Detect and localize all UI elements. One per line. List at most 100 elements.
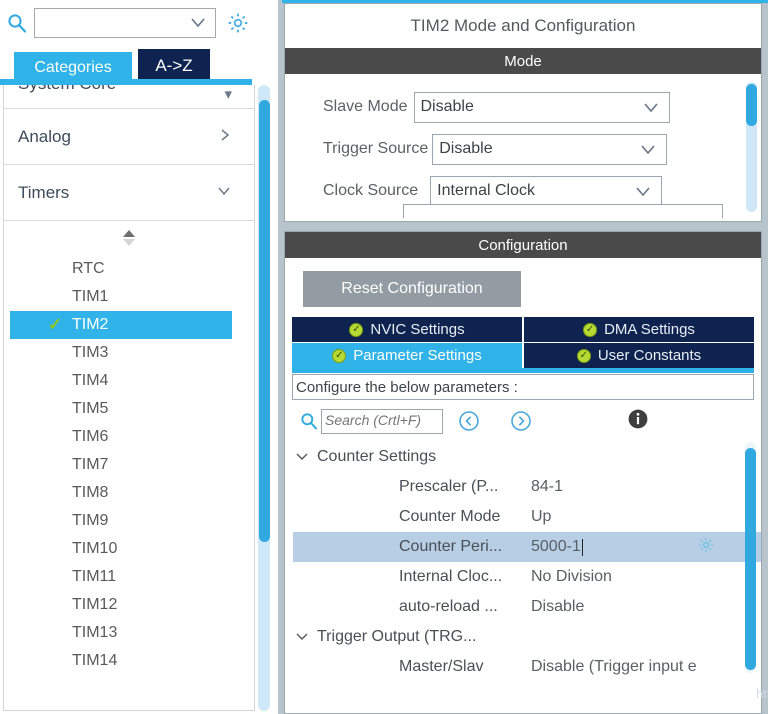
clock-source-select[interactable]: Internal Clock xyxy=(430,175,663,207)
timer-item-tim12[interactable]: TIM12 xyxy=(4,591,254,619)
chevron-down-icon[interactable] xyxy=(188,13,208,38)
left-scrollbar-thumb[interactable] xyxy=(259,100,270,542)
parameter-search-box[interactable] xyxy=(321,408,443,434)
category-timers[interactable]: Timers xyxy=(4,165,254,221)
chevron-down-icon[interactable] xyxy=(295,449,309,466)
param-name: Counter Mode xyxy=(399,508,501,525)
timer-item-tim3[interactable]: TIM3 xyxy=(4,339,254,367)
tab-dma-settings[interactable]: ✓ DMA Settings xyxy=(524,317,754,342)
tab-a-to-z[interactable]: A->Z xyxy=(138,49,210,83)
timer-item-tim8[interactable]: TIM8 xyxy=(4,479,254,507)
param-row-7[interactable]: Master/Slav Disable (Trigger input e xyxy=(293,652,761,682)
mode-fields: Slave Mode Disable Trigger Source Disabl… xyxy=(285,74,761,218)
timer-item-label: TIM14 xyxy=(72,652,118,669)
clipped-select[interactable] xyxy=(403,204,723,218)
param-name: Counter Peri... xyxy=(303,538,531,556)
check-icon: ✓ xyxy=(48,315,63,334)
component-search-box[interactable] xyxy=(34,7,216,38)
timer-item-rtc[interactable]: RTC xyxy=(4,255,254,283)
tab-a-to-z-label: A->Z xyxy=(155,56,193,75)
timer-item-tim6[interactable]: TIM6 xyxy=(4,423,254,451)
param-group-label: Counter Settings xyxy=(317,448,437,465)
chevron-down-icon: ▾ xyxy=(224,86,232,103)
chevron-down-icon[interactable] xyxy=(295,629,309,646)
configure-hint: Configure the below parameters : xyxy=(292,374,754,400)
param-group-label: Trigger Output (TRG... xyxy=(317,628,477,645)
param-group-0[interactable]: Counter Settings xyxy=(293,442,761,472)
gear-icon[interactable] xyxy=(216,11,260,35)
parameter-search-input[interactable] xyxy=(322,409,440,431)
chevron-down-icon xyxy=(641,97,661,122)
tab-user-constants[interactable]: ✓ User Constants xyxy=(524,343,754,368)
clock-source-value: Internal Clock xyxy=(437,182,535,199)
param-row-3[interactable]: Counter Peri... 5000-1 xyxy=(293,532,761,562)
timer-item-tim9[interactable]: TIM9 xyxy=(4,507,254,535)
category-analog[interactable]: Analog xyxy=(4,109,254,165)
timer-item-label: TIM2 xyxy=(72,316,109,333)
param-row-2[interactable]: Counter Mode Up xyxy=(293,502,761,532)
param-value: No Division xyxy=(531,568,612,586)
field-clock-source-label: Clock Source xyxy=(323,182,419,199)
component-search-row xyxy=(0,0,278,45)
page-title: TIM2 Mode and Configuration xyxy=(285,4,761,48)
timer-item-label: TIM13 xyxy=(72,624,118,641)
mode-scrollbar-thumb[interactable] xyxy=(746,84,757,126)
nav-next-button[interactable] xyxy=(495,410,547,432)
timer-item-tim13[interactable]: TIM13 xyxy=(4,619,254,647)
parameter-search-row xyxy=(285,400,761,442)
timer-item-tim2[interactable]: ✓ TIM2 xyxy=(10,311,232,339)
param-value-text: No Division xyxy=(531,568,612,585)
timer-item-tim10[interactable]: TIM10 xyxy=(4,535,254,563)
tab-nvic-settings-label: NVIC Settings xyxy=(370,321,465,338)
configure-hint-label: Configure the below parameters : xyxy=(296,378,518,396)
component-search-input[interactable] xyxy=(35,9,185,36)
param-value: 84-1 xyxy=(531,478,563,496)
info-icon[interactable] xyxy=(627,408,649,435)
timer-item-tim4[interactable]: TIM4 xyxy=(4,367,254,395)
mode-card: TIM2 Mode and Configuration Mode Slave M… xyxy=(284,3,762,222)
param-name: auto-reload ... xyxy=(399,598,498,615)
chevron-down-icon xyxy=(633,181,653,206)
timer-item-label: TIM7 xyxy=(72,456,109,473)
gear-icon[interactable] xyxy=(697,536,715,559)
reset-row: Reset Configuration xyxy=(285,258,761,317)
slave-mode-select[interactable]: Disable xyxy=(413,91,670,123)
timer-item-tim1[interactable]: TIM1 xyxy=(4,283,254,311)
field-slave-mode-label: Slave Mode xyxy=(323,98,408,115)
param-scrollbar-thumb[interactable] xyxy=(745,448,756,670)
timer-item-tim7[interactable]: TIM7 xyxy=(4,451,254,479)
param-row-5[interactable]: auto-reload ... Disable xyxy=(293,592,761,622)
tab-parameter-settings[interactable]: ✓ Parameter Settings xyxy=(292,343,522,368)
param-value-editor[interactable]: 5000-1 xyxy=(531,538,583,556)
param-value: Up xyxy=(531,508,551,526)
timer-item-tim11[interactable]: TIM11 xyxy=(4,563,254,591)
timer-item-label: TIM12 xyxy=(72,596,118,613)
sort-toggle[interactable] xyxy=(4,221,254,255)
reset-configuration-button[interactable]: Reset Configuration xyxy=(303,271,521,307)
nav-prev-button[interactable] xyxy=(443,410,495,432)
check-circle-icon: ✓ xyxy=(349,322,364,337)
param-value-text: 5000-1 xyxy=(531,538,581,555)
parameter-tree: Counter Settings Prescaler (P... 84-1 Count… xyxy=(285,442,761,682)
timer-item-tim14[interactable]: TIM14 xyxy=(4,647,254,675)
field-trigger-source-label: Trigger Source xyxy=(323,140,429,157)
tab-parameter-settings-label: Parameter Settings xyxy=(353,347,482,364)
mode-band: Mode xyxy=(285,48,761,74)
param-value-text: Up xyxy=(531,508,552,525)
timer-item-label: TIM8 xyxy=(72,484,109,501)
right-panel: TIM2 Mode and Configuration Mode Slave M… xyxy=(278,0,768,714)
search-icon xyxy=(0,13,34,33)
tab-nvic-settings[interactable]: ✓ NVIC Settings xyxy=(292,317,522,342)
param-row-1[interactable]: Prescaler (P... 84-1 xyxy=(293,472,761,502)
param-name: Prescaler (P... xyxy=(399,478,499,495)
category-system-core[interactable]: System Core ▾ xyxy=(4,85,254,109)
timer-item-label: TIM4 xyxy=(72,372,109,389)
param-value-text: Disable xyxy=(531,598,585,615)
slave-mode-value: Disable xyxy=(420,98,474,115)
param-row-4[interactable]: Internal Cloc... No Division xyxy=(293,562,761,592)
trigger-source-select[interactable]: Disable xyxy=(432,133,668,165)
trigger-source-value: Disable xyxy=(439,140,493,157)
chevron-right-icon xyxy=(218,128,232,146)
timer-item-tim5[interactable]: TIM5 xyxy=(4,395,254,423)
param-group-6[interactable]: Trigger Output (TRG... xyxy=(293,622,761,652)
